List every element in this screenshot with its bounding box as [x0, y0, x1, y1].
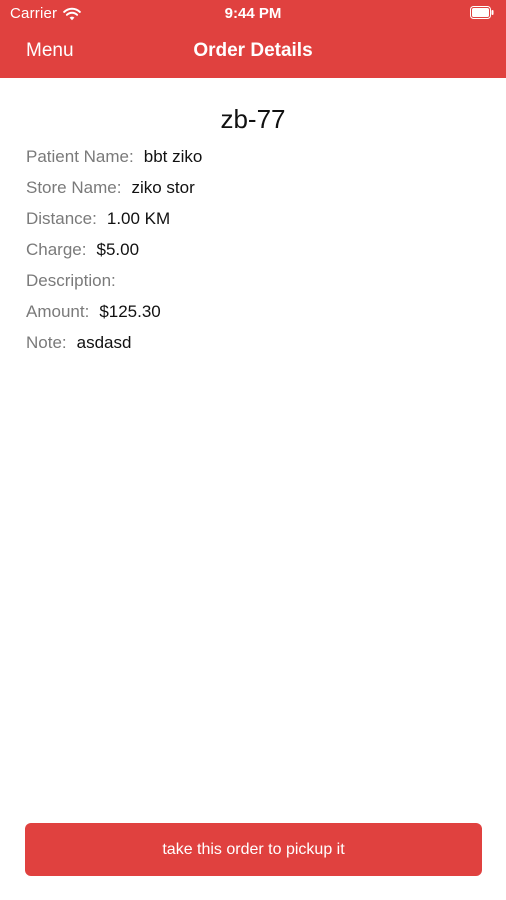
status-time: 9:44 PM: [224, 5, 282, 22]
patient-name-label: Patient Name:: [26, 147, 134, 166]
order-details-list: Patient Name: bbt ziko Store Name: ziko st…: [26, 144, 486, 361]
navigation-bar: Menu Order Details: [0, 28, 506, 78]
detail-row-distance: Distance: 1.00 KM: [26, 206, 486, 237]
distance-value: 1.00 KM: [106, 209, 171, 228]
detail-row-store-name: Store Name: ziko stor: [26, 175, 486, 206]
charge-value: $5.00: [96, 240, 140, 259]
pickup-order-button[interactable]: take this order to pickup it: [25, 823, 482, 876]
description-label: Description:: [26, 271, 116, 290]
detail-row-charge: Charge: $5.00: [26, 237, 486, 268]
amount-label: Amount:: [26, 302, 90, 321]
detail-row-amount: Amount: $125.30: [26, 299, 486, 330]
status-bar: Carrier 9:44 PM: [0, 0, 506, 28]
store-name-value: ziko stor: [131, 178, 195, 197]
patient-name-value: bbt ziko: [143, 147, 203, 166]
page-title: Order Details: [193, 40, 313, 61]
detail-row-patient-name: Patient Name: bbt ziko: [26, 144, 486, 175]
app-header: Carrier 9:44 PM Menu Order Details: [0, 0, 506, 78]
amount-value: $125.30: [99, 302, 161, 321]
pickup-order-button-label: take this order to pickup it: [162, 840, 345, 858]
distance-label: Distance:: [26, 209, 97, 228]
battery-icon: [470, 6, 494, 19]
detail-row-description: Description:: [26, 268, 486, 299]
charge-label: Charge:: [26, 240, 87, 259]
detail-row-note: Note: asdasd: [26, 330, 486, 361]
note-label: Note:: [26, 333, 67, 352]
note-value: asdasd: [76, 333, 132, 352]
order-id-heading: zb-77: [220, 104, 286, 134]
store-name-label: Store Name:: [26, 178, 122, 197]
